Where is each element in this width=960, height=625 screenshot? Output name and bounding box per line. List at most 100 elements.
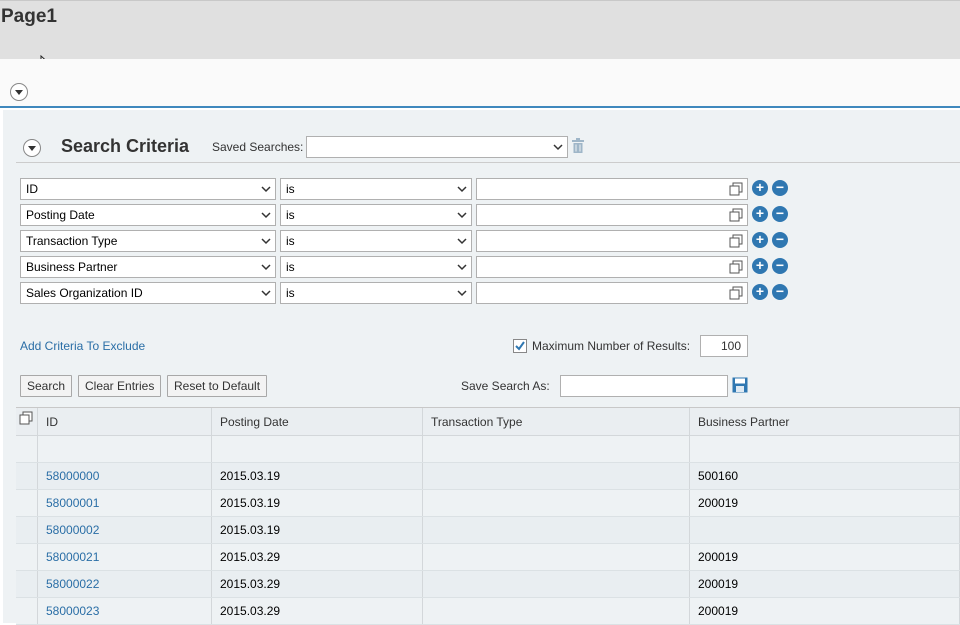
save-icon[interactable] — [732, 377, 748, 393]
criteria-field-value: Posting Date — [26, 208, 95, 222]
cell-id — [38, 436, 212, 462]
value-help-icon[interactable] — [729, 234, 743, 248]
chevron-down-icon — [457, 290, 467, 297]
id-link[interactable]: 58000000 — [46, 469, 99, 483]
table-row[interactable]: 58000023 2015.03.29 200019 — [16, 598, 960, 625]
criteria-value-input[interactable] — [476, 230, 748, 252]
add-criteria-icon[interactable]: + — [752, 206, 768, 222]
value-help-icon[interactable] — [729, 182, 743, 196]
row-selector[interactable] — [16, 517, 38, 543]
criteria-value-input[interactable] — [476, 204, 748, 226]
criteria-field-select[interactable]: Sales Organization ID — [20, 282, 276, 304]
cell-business-partner: 200019 — [690, 490, 960, 516]
criteria-field-value: Sales Organization ID — [26, 286, 143, 300]
criteria-operator-select[interactable]: is — [280, 256, 472, 278]
value-help-icon[interactable] — [729, 208, 743, 222]
criteria-field-select[interactable]: Business Partner — [20, 256, 276, 278]
criteria-value-input[interactable] — [476, 282, 748, 304]
cell-id: 58000001 — [38, 490, 212, 516]
save-search-as-input[interactable] — [560, 375, 728, 397]
max-results-checkbox[interactable] — [513, 339, 527, 353]
criteria-operator-value: is — [286, 182, 295, 196]
criteria-operator-value: is — [286, 286, 295, 300]
save-search-as-label: Save Search As: — [461, 379, 550, 393]
row-selector[interactable] — [16, 490, 38, 516]
cell-transaction-type — [423, 463, 690, 489]
add-criteria-icon[interactable]: + — [752, 232, 768, 248]
id-link[interactable]: 58000022 — [46, 577, 99, 591]
max-results-value: 100 — [720, 339, 741, 353]
saved-searches-select[interactable] — [306, 136, 568, 158]
criteria-field-value: Business Partner — [26, 260, 118, 274]
remove-criteria-icon[interactable]: − — [772, 284, 788, 300]
criteria-operator-select[interactable]: is — [280, 178, 472, 200]
page-header: Page1 — [0, 0, 960, 59]
row-selector[interactable] — [16, 598, 38, 624]
criteria-field-value: ID — [26, 182, 38, 196]
select-all-cell[interactable] — [16, 408, 38, 435]
id-link[interactable]: 58000002 — [46, 523, 99, 537]
remove-criteria-icon[interactable]: − — [772, 232, 788, 248]
id-link[interactable]: 58000023 — [46, 604, 99, 618]
cell-id: 58000022 — [38, 571, 212, 597]
add-criteria-icon[interactable]: + — [752, 258, 768, 274]
saved-searches-label: Saved Searches: — [212, 140, 304, 154]
chevron-down-icon — [261, 290, 271, 297]
row-selector[interactable] — [16, 544, 38, 570]
remove-criteria-icon[interactable]: − — [772, 258, 788, 274]
clear-entries-button[interactable]: Clear Entries — [78, 375, 162, 397]
search-criteria-divider — [16, 162, 960, 163]
add-criteria-icon[interactable]: + — [752, 180, 768, 196]
row-selector[interactable] — [16, 436, 38, 462]
column-header-posting-date[interactable]: Posting Date — [212, 408, 423, 435]
criteria-operator-value: is — [286, 234, 295, 248]
delete-saved-search-icon[interactable] — [571, 138, 585, 154]
row-selector[interactable] — [16, 463, 38, 489]
cell-transaction-type — [423, 544, 690, 570]
criteria-field-select[interactable]: Posting Date — [20, 204, 276, 226]
value-help-icon[interactable] — [729, 260, 743, 274]
cell-transaction-type — [423, 571, 690, 597]
select-all-icon[interactable] — [19, 411, 33, 425]
id-link[interactable]: 58000021 — [46, 550, 99, 564]
column-header-id[interactable]: ID — [38, 408, 212, 435]
id-link[interactable]: 58000001 — [46, 496, 99, 510]
criteria-operator-select[interactable]: is — [280, 204, 472, 226]
row-selector[interactable] — [16, 571, 38, 597]
search-button[interactable]: Search — [20, 375, 73, 397]
table-row[interactable] — [16, 436, 960, 463]
add-criteria-to-exclude-link[interactable]: Add Criteria To Exclude — [20, 339, 145, 353]
value-help-icon[interactable] — [729, 286, 743, 300]
criteria-field-select[interactable]: ID — [20, 178, 276, 200]
cell-posting-date: 2015.03.19 — [212, 463, 423, 489]
criteria-operator-select[interactable]: is — [280, 230, 472, 252]
cell-transaction-type — [423, 490, 690, 516]
table-row[interactable]: 58000000 2015.03.19 500160 — [16, 463, 960, 490]
remove-criteria-icon[interactable]: − — [772, 180, 788, 196]
table-row[interactable]: 58000001 2015.03.19 200019 — [16, 490, 960, 517]
column-header-transaction-type[interactable]: Transaction Type — [423, 408, 690, 435]
column-header-business-partner[interactable]: Business Partner — [690, 408, 960, 435]
collapse-search-criteria-icon[interactable] — [23, 139, 41, 157]
max-results-label: Maximum Number of Results: — [532, 339, 691, 353]
cell-posting-date — [212, 436, 423, 462]
remove-criteria-icon[interactable]: − — [772, 206, 788, 222]
cell-posting-date: 2015.03.29 — [212, 571, 423, 597]
table-row[interactable]: 58000022 2015.03.29 200019 — [16, 571, 960, 598]
criteria-value-input[interactable] — [476, 256, 748, 278]
table-row[interactable]: 58000002 2015.03.19 — [16, 517, 960, 544]
criteria-field-select[interactable]: Transaction Type — [20, 230, 276, 252]
criteria-operator-select[interactable]: is — [280, 282, 472, 304]
max-results-input[interactable]: 100 — [700, 335, 748, 357]
chevron-down-icon — [457, 212, 467, 219]
cell-business-partner: 500160 — [690, 463, 960, 489]
chevron-down-icon — [457, 238, 467, 245]
reset-to-default-button[interactable]: Reset to Default — [167, 375, 268, 397]
collapse-page-toggle-icon[interactable] — [10, 83, 28, 101]
criteria-value-input[interactable] — [476, 178, 748, 200]
add-criteria-icon[interactable]: + — [752, 284, 768, 300]
cell-transaction-type — [423, 598, 690, 624]
search-criteria-title: Search Criteria — [61, 136, 190, 156]
chevron-down-icon — [457, 186, 467, 193]
table-row[interactable]: 58000021 2015.03.29 200019 — [16, 544, 960, 571]
